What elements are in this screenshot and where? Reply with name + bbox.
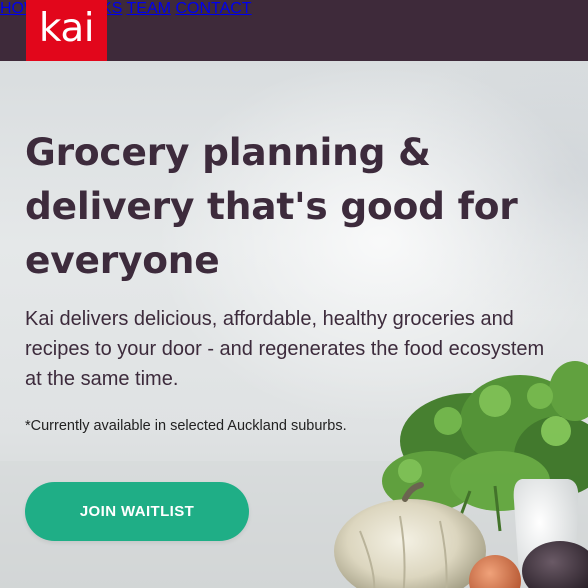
availability-note: *Currently available in selected Aucklan…	[25, 418, 347, 434]
site-header: kai HOW IT WORKS TEAM CONTACT	[0, 0, 588, 61]
headline-line: delivery that's good for	[25, 184, 518, 228]
headline-line: Grocery planning &	[25, 130, 431, 174]
nav-contact[interactable]: CONTACT	[175, 0, 251, 17]
nav-team[interactable]: TEAM	[127, 0, 171, 17]
description-line: Kai delivers delicious, affordable, heal…	[25, 308, 514, 330]
description-line: at the same time.	[25, 368, 179, 390]
hero-description: Kai delivers delicious, affordable, heal…	[25, 304, 570, 394]
headline-line: everyone	[25, 238, 220, 282]
join-waitlist-button[interactable]: JOIN WAITLIST	[25, 482, 249, 541]
kai-logo[interactable]: kai	[26, 0, 107, 61]
hero-headline: Grocery planning & delivery that's good …	[25, 125, 545, 287]
description-line: recipes to your door - and regenerates t…	[25, 338, 545, 360]
